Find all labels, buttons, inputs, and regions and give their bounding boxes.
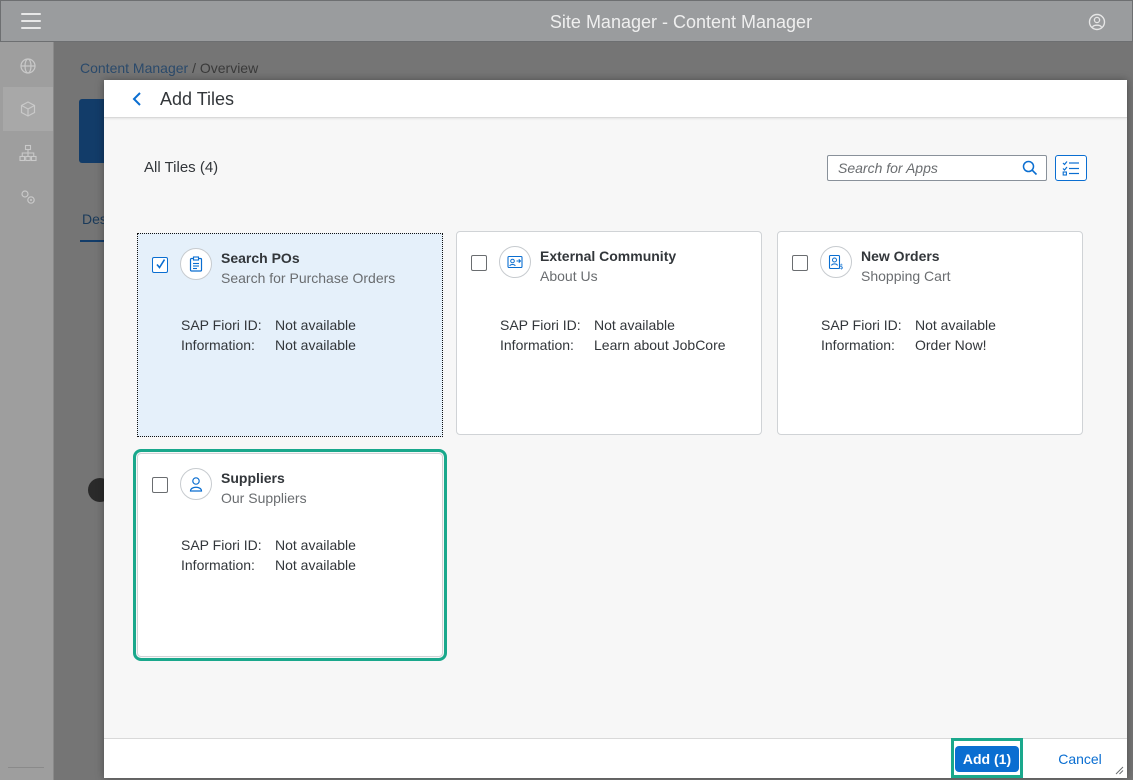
fiori-id-value: Not available bbox=[275, 317, 356, 333]
fiori-id-label: SAP Fiori ID: bbox=[500, 317, 581, 333]
information-row: Information: Not available bbox=[181, 557, 356, 573]
tile-suppliers[interactable]: Suppliers Our Suppliers SAP Fiori ID: Not… bbox=[133, 449, 447, 661]
tile-subtitle: Shopping Cart bbox=[861, 268, 951, 284]
fiori-id-label: SAP Fiori ID: bbox=[181, 537, 262, 553]
tile-external-community[interactable]: External Community About Us SAP Fiori ID… bbox=[456, 231, 762, 435]
information-value: Learn about JobCore bbox=[594, 337, 726, 353]
svg-text:$: $ bbox=[839, 263, 843, 270]
tile-subtitle: Search for Purchase Orders bbox=[221, 270, 396, 286]
clipboard-icon bbox=[180, 248, 212, 280]
nav-divider bbox=[8, 767, 44, 768]
tile-title: Suppliers bbox=[221, 470, 285, 486]
fiori-id-value: Not available bbox=[275, 537, 356, 553]
order-icon: $ bbox=[820, 246, 852, 278]
fiori-id-value: Not available bbox=[594, 317, 675, 333]
tile-checkbox[interactable] bbox=[152, 477, 168, 493]
breadcrumb-separator: / bbox=[192, 60, 196, 76]
tile-checkbox[interactable] bbox=[152, 257, 168, 273]
add-button[interactable]: Add (1) bbox=[955, 746, 1019, 772]
tile-subtitle: Our Suppliers bbox=[221, 490, 307, 506]
fiori-id-row: SAP Fiori ID: Not available bbox=[500, 317, 675, 333]
information-row: Information: Order Now! bbox=[821, 337, 987, 353]
fiori-id-row: SAP Fiori ID: Not available bbox=[821, 317, 996, 333]
resize-handle-icon[interactable] bbox=[1114, 765, 1124, 775]
nav-content-manager[interactable] bbox=[3, 87, 53, 131]
breadcrumb-current: Overview bbox=[199, 60, 259, 76]
dialog-header: Add Tiles bbox=[104, 80, 1127, 118]
information-label: Information: bbox=[500, 337, 574, 353]
information-label: Information: bbox=[821, 337, 895, 353]
information-row: Information: Not available bbox=[181, 337, 356, 353]
fiori-id-value: Not available bbox=[915, 317, 996, 333]
user-avatar-icon[interactable] bbox=[1088, 13, 1106, 31]
nav-hierarchy[interactable] bbox=[3, 131, 53, 175]
add-tiles-dialog: Add Tiles All Tiles (4) Search for Apps … bbox=[104, 80, 1127, 778]
search-icon[interactable] bbox=[1022, 160, 1038, 176]
search-input[interactable] bbox=[838, 160, 1013, 176]
information-label: Information: bbox=[181, 337, 255, 353]
fiori-id-label: SAP Fiori ID: bbox=[181, 317, 262, 333]
share-icon bbox=[499, 246, 531, 278]
checklist-icon bbox=[1062, 161, 1079, 176]
tile-title: New Orders bbox=[861, 248, 940, 264]
settings-icon bbox=[21, 190, 35, 204]
person-icon bbox=[180, 468, 212, 500]
back-arrow-icon[interactable] bbox=[130, 91, 144, 107]
information-value: Order Now! bbox=[915, 337, 987, 353]
cancel-button[interactable]: Cancel bbox=[1052, 746, 1108, 772]
globe-icon bbox=[20, 58, 36, 74]
fiori-id-label: SAP Fiori ID: bbox=[821, 317, 902, 333]
search-field[interactable] bbox=[827, 155, 1047, 181]
checkmark-icon bbox=[156, 259, 165, 269]
information-row: Information: Learn about JobCore bbox=[500, 337, 726, 353]
nav-settings[interactable] bbox=[3, 175, 53, 219]
multi-select-toggle-button[interactable] bbox=[1055, 155, 1087, 181]
information-value: Not available bbox=[275, 557, 356, 573]
information-value: Not available bbox=[275, 337, 356, 353]
tiles-count-title: All Tiles (4) bbox=[144, 159, 219, 176]
information-label: Information: bbox=[181, 557, 255, 573]
shell-header: Site Manager - Content Manager bbox=[0, 0, 1133, 42]
fiori-id-row: SAP Fiori ID: Not available bbox=[181, 317, 356, 333]
hierarchy-icon bbox=[19, 144, 37, 162]
tile-search-pos[interactable]: Search POs Search for Purchase Orders SA… bbox=[137, 233, 443, 437]
side-navigation bbox=[0, 42, 54, 780]
tile-new-orders[interactable]: $ New Orders Shopping Cart SAP Fiori ID:… bbox=[777, 231, 1083, 435]
nav-sites[interactable] bbox=[3, 44, 53, 88]
tile-title: External Community bbox=[540, 248, 677, 264]
tile-title: Search POs bbox=[221, 250, 300, 266]
dialog-title: Add Tiles bbox=[160, 89, 235, 109]
breadcrumb-link[interactable]: Content Manager bbox=[80, 60, 188, 76]
cube-icon bbox=[20, 101, 36, 117]
tile-subtitle: About Us bbox=[540, 268, 598, 284]
shell-title: Site Manager - Content Manager bbox=[549, 12, 813, 32]
menu-icon[interactable] bbox=[21, 13, 41, 31]
fiori-id-row: SAP Fiori ID: Not available bbox=[181, 537, 356, 553]
tile-checkbox[interactable] bbox=[792, 255, 808, 271]
breadcrumb: Content Manager / Overview bbox=[80, 60, 258, 76]
tile-checkbox[interactable] bbox=[471, 255, 487, 271]
